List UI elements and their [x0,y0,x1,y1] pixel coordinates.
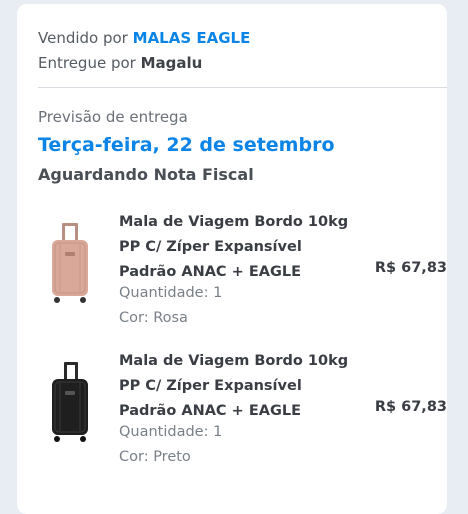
item-quantity: Quantidade: 1 [119,424,223,440]
item-color: Cor: Preto [119,449,191,465]
pink-suitcase-image [52,223,88,303]
black-suitcase-image [52,362,88,442]
item-name: Mala de Viagem Bordo 10kg PP C/ Zíper Ex… [119,210,349,285]
item-name-line: Padrão ANAC + EAGLE [119,264,301,280]
suitcase-body [52,240,88,296]
forecast-date: Terça-feira, 22 de setembro [38,134,335,156]
item-name-line: Mala de Viagem Bordo 10kg [119,353,349,369]
item-name-line: PP C/ Zíper Expansível [119,239,302,255]
forecast-label: Previsão de entrega [38,108,188,126]
item-quantity: Quantidade: 1 [119,285,223,301]
seller-prefix: Vendido por [38,29,128,47]
item-name-line: Padrão ANAC + EAGLE [119,403,301,419]
item-name-line: Mala de Viagem Bordo 10kg [119,214,349,230]
item-name: Mala de Viagem Bordo 10kg PP C/ Zíper Ex… [119,349,349,424]
item-name-line: PP C/ Zíper Expansível [119,378,302,394]
item-price: R$ 67,83 [374,260,447,276]
item-price: R$ 67,83 [374,399,447,415]
order-card: Vendido por MALAS EAGLE Entregue por Mag… [17,4,447,514]
delivery-carrier: Magalu [140,54,203,72]
delivery-line: Entregue por Magalu [38,54,202,72]
delivery-prefix: Entregue por [38,54,136,72]
seller-line: Vendido por MALAS EAGLE [38,29,250,47]
suitcase-body [52,379,88,435]
order-item[interactable]: Mala de Viagem Bordo 10kg PP C/ Zíper Ex… [38,349,447,479]
order-item[interactable]: Mala de Viagem Bordo 10kg PP C/ Zíper Ex… [38,210,447,340]
seller-link[interactable]: MALAS EAGLE [133,29,251,47]
item-color: Cor: Rosa [119,310,188,326]
divider [38,87,447,88]
order-status: Aguardando Nota Fiscal [38,165,254,184]
